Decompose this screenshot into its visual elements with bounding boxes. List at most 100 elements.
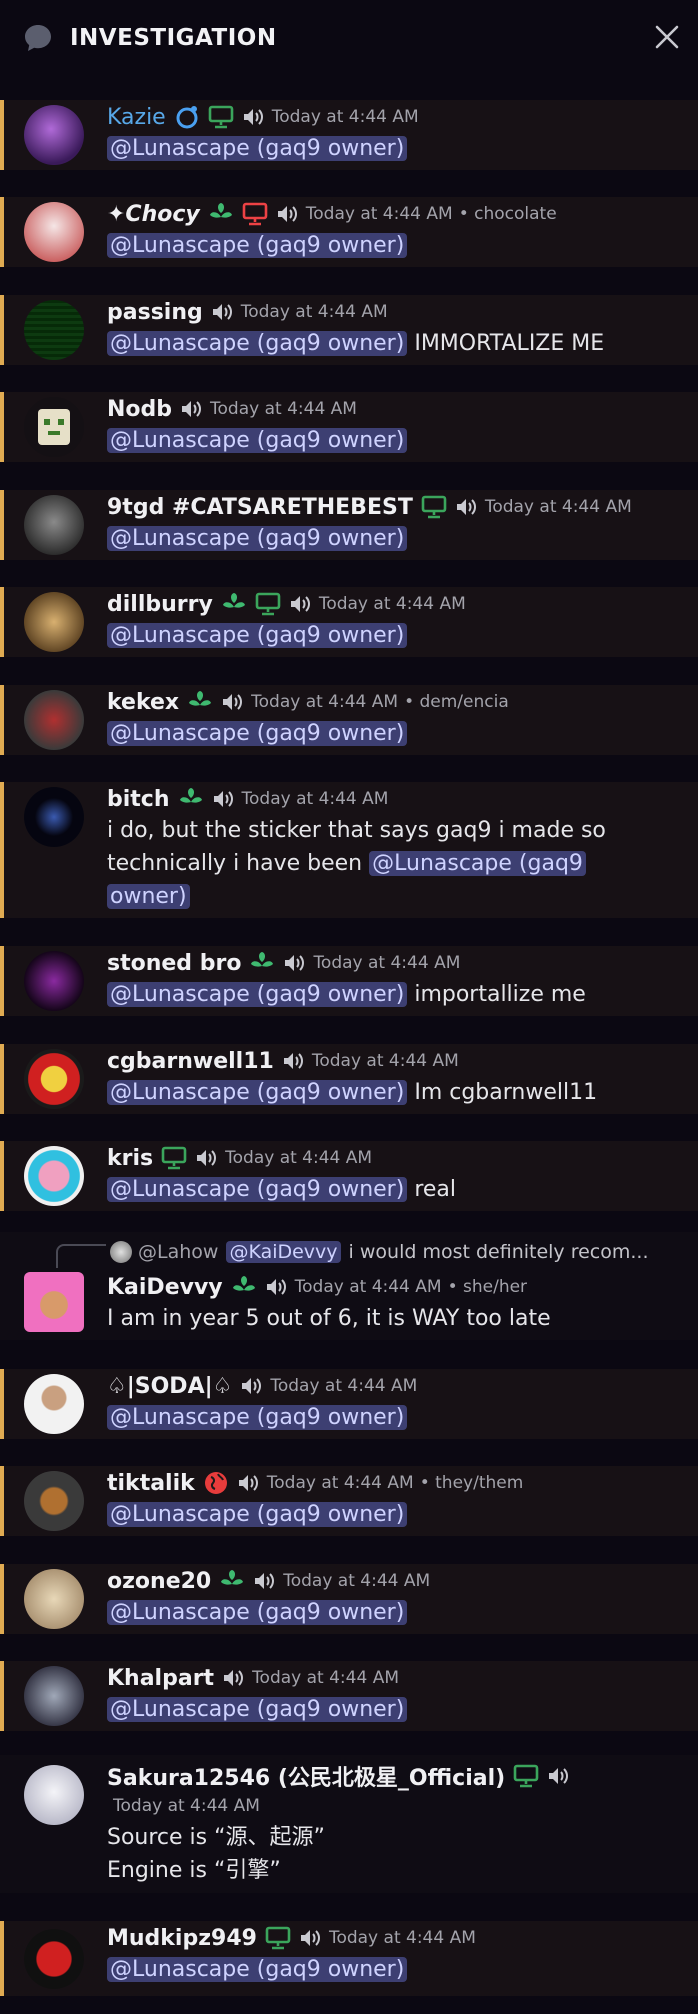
- avatar[interactable]: [24, 1666, 84, 1726]
- user-mention[interactable]: @Lunascape (gaq9: [369, 851, 586, 876]
- timestamp: Today at 4:44 AM: [266, 1473, 414, 1493]
- user-mention[interactable]: @Lunascape (gaq9 owner): [107, 721, 408, 746]
- avatar[interactable]: [24, 1272, 84, 1332]
- user-mention[interactable]: @Lunascape (gaq9 owner): [107, 982, 408, 1007]
- username[interactable]: Mudkipz949: [107, 1926, 257, 1951]
- screen-share-icon: [421, 495, 447, 519]
- username[interactable]: bitch: [107, 787, 170, 812]
- username[interactable]: cgbarnwell11: [107, 1049, 274, 1074]
- message-text: Im cgbarnwell11: [414, 1080, 598, 1105]
- timestamp: Today at 4:44 AM: [283, 1571, 431, 1591]
- message[interactable]: Mudkipz949 Today at 4:44 AM @Lunascape (…: [0, 1921, 698, 1996]
- screen-share-icon: [513, 1764, 539, 1788]
- avatar[interactable]: [24, 1374, 84, 1434]
- avatar[interactable]: [24, 1049, 84, 1109]
- user-mention[interactable]: @Lunascape (gaq9 owner): [107, 1697, 408, 1722]
- timestamp: Today at 4:44 AM: [328, 1928, 476, 1948]
- timestamp: Today at 4:44 AM: [113, 1796, 260, 1816]
- avatar[interactable]: [24, 105, 84, 165]
- avatar[interactable]: [24, 397, 84, 457]
- message[interactable]: bitch Today at 4:44 AM i do, but the sti…: [0, 782, 698, 918]
- user-mention[interactable]: @Lunascape (gaq9 owner): [107, 526, 408, 551]
- message[interactable]: cgbarnwell11 Today at 4:44 AM @Lunascape…: [0, 1044, 698, 1114]
- avatar[interactable]: [24, 1146, 84, 1206]
- avatar[interactable]: [24, 1471, 84, 1531]
- username[interactable]: ozone20: [107, 1569, 211, 1594]
- username[interactable]: ✦Chocy: [107, 202, 200, 227]
- message-text: IMMORTALIZE ME: [414, 331, 605, 356]
- message[interactable]: kris Today at 4:44 AM @Lunascape (gaq9 o…: [0, 1141, 698, 1211]
- username[interactable]: Khalpart: [107, 1666, 214, 1691]
- avatar[interactable]: [24, 1929, 84, 1989]
- speaker-icon: [290, 596, 310, 612]
- reply-preview[interactable]: @Lahow @KaiDevvy i would most definitely…: [110, 1241, 649, 1263]
- user-mention[interactable]: @Lunascape (gaq9 owner): [107, 1957, 408, 1982]
- avatar[interactable]: [24, 1569, 84, 1629]
- close-icon[interactable]: [652, 22, 682, 52]
- message[interactable]: Kazie Today at 4:44 AM @Lunascape (gaq9 …: [0, 100, 698, 170]
- user-mention[interactable]: @Lunascape (gaq9 owner): [107, 1080, 408, 1105]
- reply-username[interactable]: @Lahow: [138, 1241, 218, 1263]
- message[interactable]: ♤|SODA|♤ Today at 4:44 AM @Lunascape (ga…: [0, 1369, 698, 1439]
- message-text: Source is “源、起源”: [107, 1825, 325, 1850]
- username[interactable]: kris: [107, 1146, 153, 1171]
- user-mention[interactable]: @Lunascape (gaq9 owner): [107, 233, 408, 258]
- username[interactable]: ♤|SODA|♤: [107, 1374, 232, 1399]
- username[interactable]: KaiDevvy: [107, 1275, 223, 1300]
- timestamp: Today at 4:44 AM: [225, 1148, 373, 1168]
- message[interactable]: Sakura12546 (公民北极星_Official) Today at 4:…: [0, 1755, 698, 1893]
- username[interactable]: kekex: [107, 690, 179, 715]
- message-text: real: [414, 1177, 457, 1202]
- username[interactable]: Sakura12546 (公民北极星_Official): [107, 1760, 505, 1792]
- avatar[interactable]: [24, 690, 84, 750]
- username[interactable]: tiktalik: [107, 1471, 195, 1496]
- reply-mention[interactable]: @KaiDevvy: [226, 1241, 341, 1263]
- timestamp: Today at 4:44 AM: [313, 953, 461, 973]
- user-mention[interactable]: @Lunascape (gaq9 owner): [107, 1600, 408, 1625]
- reply-connector: [56, 1244, 106, 1268]
- message[interactable]: Nodb Today at 4:44 AM @Lunascape (gaq9 o…: [0, 392, 698, 462]
- user-mention[interactable]: @Lunascape (gaq9 owner): [107, 1405, 408, 1430]
- timestamp: Today at 4:44 AM: [210, 399, 357, 419]
- avatar[interactable]: [24, 787, 84, 847]
- avatar[interactable]: [24, 495, 84, 555]
- username[interactable]: Nodb: [107, 397, 172, 422]
- user-mention[interactable]: @Lunascape (gaq9 owner): [107, 428, 408, 453]
- user-mention[interactable]: @Lunascape (gaq9 owner): [107, 623, 408, 648]
- sprout-icon: [209, 203, 232, 225]
- speaker-icon: [197, 1150, 217, 1166]
- sprout-icon: [189, 691, 212, 713]
- message[interactable]: ozone20 Today at 4:44 AM @Lunascape (gaq…: [0, 1564, 698, 1634]
- message[interactable]: stoned bro Today at 4:44 AM @Lunascape (…: [0, 946, 698, 1016]
- username[interactable]: stoned bro: [107, 951, 241, 976]
- speaker-icon: [266, 1279, 286, 1295]
- username[interactable]: dillburry: [107, 592, 213, 617]
- sprout-icon: [232, 1276, 255, 1298]
- user-mention[interactable]: @Lunascape (gaq9 owner): [107, 331, 408, 356]
- avatar[interactable]: [24, 300, 84, 360]
- user-mention[interactable]: @Lunascape (gaq9 owner): [107, 1502, 408, 1527]
- message[interactable]: 9tgd #CATSARETHEBEST Today at 4:44 AM @L…: [0, 490, 698, 560]
- user-mention[interactable]: owner): [107, 884, 190, 909]
- speaker-icon: [549, 1768, 569, 1784]
- username[interactable]: Kazie: [107, 105, 166, 130]
- username[interactable]: 9tgd #CATSARETHEBEST: [107, 495, 413, 520]
- avatar[interactable]: [24, 202, 84, 262]
- timestamp: Today at 4:44 AM: [318, 594, 466, 614]
- avatar[interactable]: [24, 592, 84, 652]
- user-mention[interactable]: @Lunascape (gaq9 owner): [107, 136, 408, 161]
- username[interactable]: passing: [107, 300, 203, 325]
- message[interactable]: Khalpart Today at 4:44 AM @Lunascape (ga…: [0, 1661, 698, 1731]
- message[interactable]: ✦Chocy Today at 4:44 AM • chocolate @Lun…: [0, 197, 698, 267]
- user-mention[interactable]: @Lunascape (gaq9 owner): [107, 1177, 408, 1202]
- speaker-icon: [224, 1670, 244, 1686]
- message[interactable]: dillburry Today at 4:44 AM @Lunascape (g…: [0, 587, 698, 657]
- speaker-icon: [277, 206, 297, 222]
- message[interactable]: kekex Today at 4:44 AM • dem/encia @Luna…: [0, 685, 698, 755]
- avatar[interactable]: [24, 1765, 84, 1825]
- avatar[interactable]: [24, 951, 84, 1011]
- message[interactable]: passing Today at 4:44 AM @Lunascape (gaq…: [0, 295, 698, 365]
- message[interactable]: @Lahow @KaiDevvy i would most definitely…: [0, 1232, 698, 1340]
- message[interactable]: tiktalik Today at 4:44 AM • they/them @L…: [0, 1466, 698, 1536]
- timestamp: Today at 4:44 AM: [252, 1668, 399, 1688]
